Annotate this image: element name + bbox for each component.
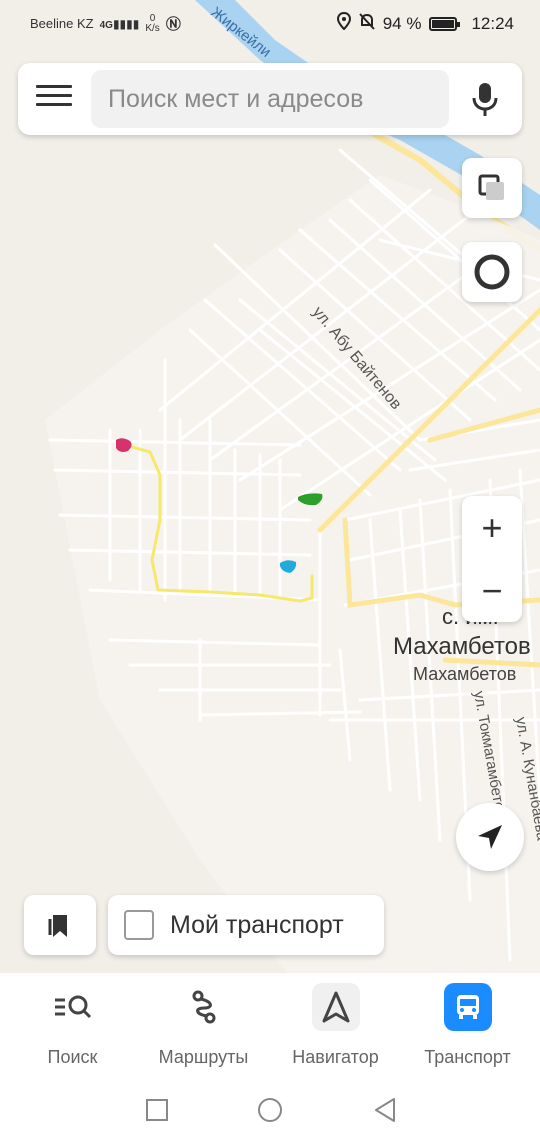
tab-transport[interactable]: Транспорт (400, 983, 535, 1068)
village-name-label: Махамбетов (393, 633, 531, 660)
locate-me-button[interactable] (456, 803, 524, 871)
mute-bell-icon (358, 12, 375, 35)
home-button[interactable] (255, 1095, 285, 1125)
tab-search[interactable]: Поиск (5, 983, 140, 1068)
tab-navigator-label: Навигатор (292, 1047, 379, 1067)
tab-search-label: Поиск (47, 1047, 98, 1067)
status-bar: Beeline KZ 4G▮▮▮▮ 0 K/s Ⓝ 94 % 12:24 (0, 0, 540, 46)
zoom-controls: + − (462, 496, 522, 622)
alice-ring-icon (474, 254, 510, 290)
navigation-arrow-icon (478, 825, 502, 849)
tab-transport-label: Транспорт (424, 1047, 511, 1067)
signal-icon: 4G▮▮▮▮ (99, 16, 140, 31)
battery-percent: 94 % (382, 13, 422, 33)
clock: 12:24 (471, 13, 514, 33)
zoom-in-button[interactable]: + (462, 496, 522, 559)
alice-button[interactable] (462, 242, 522, 302)
map-canvas[interactable]: Жиркейли ул. Абу Байтенов с. им. Махамбе… (0, 0, 540, 1140)
tab-routes[interactable]: Маршруты (136, 983, 271, 1068)
bus-icon (443, 983, 492, 1031)
tab-navigator[interactable]: Навигатор (268, 983, 403, 1068)
menu-icon[interactable] (36, 85, 72, 113)
navigator-arrow-icon (311, 983, 360, 1031)
my-transport-toggle[interactable]: Мой транспорт (108, 895, 384, 955)
layers-icon (478, 174, 504, 200)
my-transport-checkbox[interactable] (124, 910, 154, 940)
battery-icon (429, 16, 461, 31)
bottom-tab-bar: Поиск Маршруты Навигатор Транспорт (0, 973, 540, 1083)
search-list-icon (49, 983, 97, 1031)
nfc-icon: Ⓝ (165, 16, 181, 33)
search-input[interactable] (91, 70, 449, 128)
microphone-icon[interactable] (470, 81, 500, 119)
location-icon (336, 11, 351, 35)
system-navigation-bar (0, 1083, 540, 1140)
route-icon (180, 983, 228, 1031)
network-speed: 0 K/s (145, 12, 160, 34)
bookmark-icon (48, 915, 67, 937)
search-card (18, 63, 522, 135)
bookmarks-button[interactable] (24, 895, 96, 955)
layers-button[interactable] (462, 158, 522, 218)
my-transport-label: Мой транспорт (170, 910, 344, 939)
carrier-name: Beeline KZ (30, 16, 94, 31)
recent-apps-button[interactable] (142, 1095, 172, 1125)
tab-routes-label: Маршруты (158, 1047, 249, 1067)
back-button[interactable] (370, 1095, 400, 1125)
village-sub-label: Махамбетов (413, 664, 516, 684)
zoom-out-button[interactable]: − (462, 559, 522, 622)
